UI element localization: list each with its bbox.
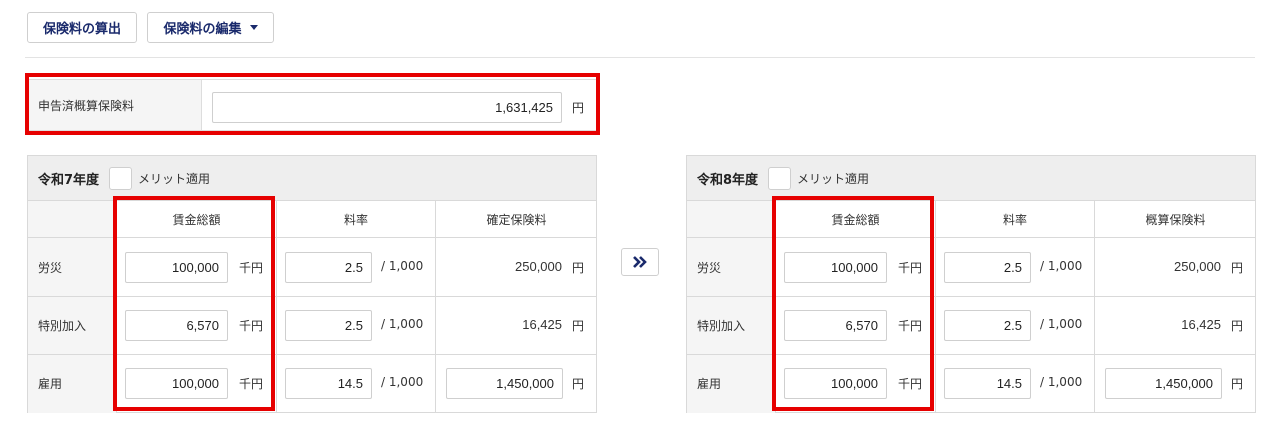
declared-premium-label: 申告済概算保険料 [28, 80, 202, 130]
row-label-rousai: 労災 [28, 239, 116, 296]
divider [435, 201, 436, 413]
divider [1094, 201, 1095, 413]
divider [276, 201, 277, 413]
premium-input[interactable]: 1,450,000 [446, 368, 563, 399]
wage-input[interactable]: 6,570 [125, 310, 228, 341]
declared-premium-unit: 円 [572, 101, 585, 115]
next-year-header: 令和8年度 メリット適用 [687, 156, 1255, 201]
rate-input[interactable]: 2.5 [944, 310, 1031, 341]
premium-unit: 円 [572, 377, 585, 391]
next-year-title: 令和8年度 [697, 172, 759, 188]
caret-down-icon [249, 25, 258, 30]
premium-unit: 円 [572, 261, 585, 275]
divider [775, 201, 776, 413]
col-premium: 概算保険料 [1095, 201, 1256, 238]
row-label-koyou: 雇用 [28, 355, 116, 412]
col-wage: 賃金総額 [117, 201, 276, 238]
premium-value: 16,425 [522, 317, 562, 332]
wage-input[interactable]: 100,000 [125, 252, 228, 283]
wage-input[interactable]: 6,570 [784, 310, 887, 341]
wage-input[interactable]: 100,000 [125, 368, 228, 399]
double-chevron-right-icon [633, 256, 647, 268]
premium-unit: 円 [1231, 319, 1244, 333]
row-label-tokubetsu: 特別加入 [28, 297, 116, 354]
current-year-header: 令和7年度 メリット適用 [28, 156, 596, 201]
rate-input[interactable]: 14.5 [285, 368, 372, 399]
row-label-rousai: 労災 [687, 239, 775, 296]
wage-unit: 千円 [239, 319, 264, 333]
rate-input[interactable]: 2.5 [285, 310, 372, 341]
rate-unit: / 1,000 [1040, 259, 1083, 273]
rate-unit: / 1,000 [381, 317, 424, 331]
rate-input[interactable]: 2.5 [944, 252, 1031, 283]
wage-unit: 千円 [239, 377, 264, 391]
declared-premium-input[interactable]: 1,631,425 [212, 92, 562, 123]
wage-input[interactable]: 100,000 [784, 252, 887, 283]
current-merit-checkbox[interactable] [109, 166, 133, 190]
current-merit-label: メリット適用 [138, 171, 211, 186]
divider [25, 57, 1255, 58]
rate-unit: / 1,000 [1040, 375, 1083, 389]
edit-premium-dropdown-button[interactable]: 保険料の編集 [147, 12, 274, 43]
premium-unit: 円 [1231, 377, 1244, 391]
wage-input[interactable]: 100,000 [784, 368, 887, 399]
next-merit-checkbox[interactable] [768, 166, 792, 190]
calc-premium-label: 保険料の算出 [42, 21, 121, 36]
rate-unit: / 1,000 [381, 259, 424, 273]
premium-input[interactable]: 1,450,000 [1105, 368, 1222, 399]
rate-unit: / 1,000 [381, 375, 424, 389]
col-blank [28, 201, 116, 238]
col-wage: 賃金総額 [776, 201, 935, 238]
wage-unit: 千円 [898, 261, 923, 275]
rate-input[interactable]: 2.5 [285, 252, 372, 283]
premium-value: 250,000 [1174, 259, 1221, 274]
divider [935, 201, 936, 413]
col-rate: 料率 [936, 201, 1094, 238]
col-premium: 確定保険料 [436, 201, 597, 238]
current-year-title: 令和7年度 [38, 172, 100, 188]
row-label-tokubetsu: 特別加入 [687, 297, 775, 354]
rate-unit: / 1,000 [1040, 317, 1083, 331]
col-blank [687, 201, 775, 238]
next-merit-label: メリット適用 [797, 171, 870, 186]
wage-unit: 千円 [898, 319, 923, 333]
edit-premium-label: 保険料の編集 [163, 21, 242, 36]
row-label-koyou: 雇用 [687, 355, 775, 412]
wage-unit: 千円 [898, 377, 923, 391]
calc-premium-button[interactable]: 保険料の算出 [27, 12, 137, 43]
copy-to-next-year-button[interactable] [621, 248, 659, 276]
premium-unit: 円 [572, 319, 585, 333]
col-rate: 料率 [277, 201, 435, 238]
premium-unit: 円 [1231, 261, 1244, 275]
wage-unit: 千円 [239, 261, 264, 275]
premium-value: 250,000 [515, 259, 562, 274]
divider [116, 201, 117, 413]
premium-value: 16,425 [1181, 317, 1221, 332]
rate-input[interactable]: 14.5 [944, 368, 1031, 399]
